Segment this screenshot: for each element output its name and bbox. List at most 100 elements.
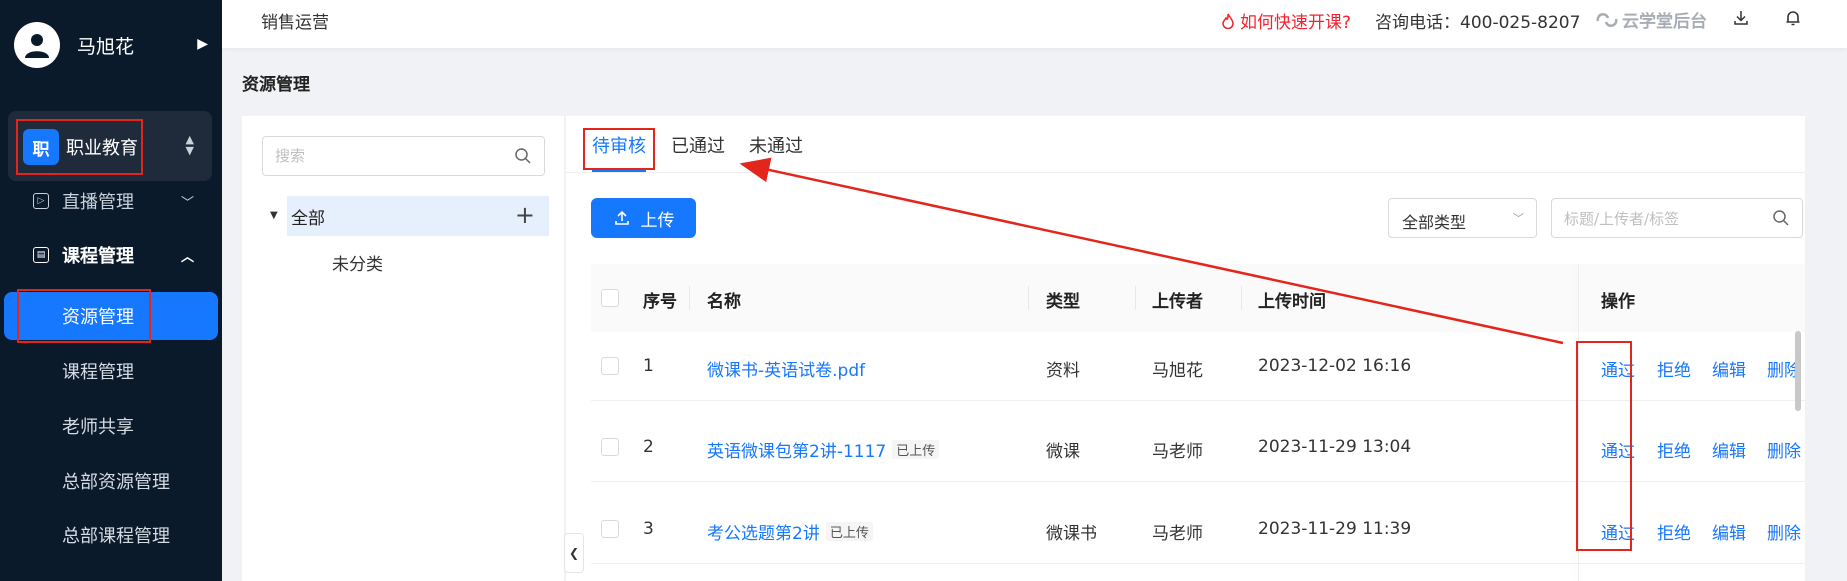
search-icon[interactable]	[1772, 209, 1790, 227]
header-type: 类型	[1046, 292, 1080, 312]
user-name: 马旭花	[77, 35, 135, 58]
upload-label: 上传	[640, 210, 675, 231]
org-highlight-box: 职 职业教育	[16, 119, 143, 175]
user-profile[interactable]: 马旭花 ▶	[14, 18, 214, 72]
user-avatar-icon	[25, 34, 49, 58]
add-icon[interactable]: +	[515, 201, 535, 229]
breadcrumb[interactable]: 销售运营	[261, 8, 329, 33]
org-name: 职业教育	[66, 138, 138, 159]
howto-label: 如何快速开课?	[1240, 13, 1352, 33]
row-name: 英语微课包第2讲-1117 已上传	[707, 437, 940, 462]
chevron-down-icon: ﹀	[1513, 212, 1524, 225]
tree-search-input[interactable]	[275, 145, 495, 167]
collapse-panel-button[interactable]: ❮	[564, 533, 584, 573]
row-type: 资料	[1046, 361, 1080, 381]
delete-button[interactable]: 删除	[1767, 437, 1801, 462]
resource-search-input[interactable]	[1564, 208, 1764, 230]
tree-node-uncategorized[interactable]: 未分类	[332, 250, 383, 275]
row-name: 考公选题第2讲 已上传	[707, 519, 873, 544]
sidebar-item-label: 总部资源管理	[62, 472, 170, 493]
status-badge: 已上传	[825, 522, 873, 541]
upload-icon	[614, 210, 629, 225]
column-divider	[1241, 286, 1242, 310]
edit-button[interactable]: 编辑	[1712, 437, 1746, 462]
edit-button[interactable]: 编辑	[1712, 356, 1746, 381]
sidebar-item-hq-course[interactable]: 总部课程管理	[0, 511, 222, 559]
header-index: 序号	[643, 292, 677, 312]
sidebar-item-course[interactable]: 课程管理	[0, 347, 222, 395]
row-uploader: 马旭花	[1152, 361, 1203, 381]
switch-icon	[1596, 12, 1618, 27]
column-divider	[689, 286, 690, 310]
annotation-box-tab	[583, 128, 655, 170]
table-header: 序号 名称 类型 上传者 上传时间 操作	[591, 264, 1805, 332]
caret-down-icon[interactable]: ▼	[270, 210, 278, 221]
tree-node-label: 全部	[291, 208, 325, 229]
resource-list-panel: 待审核 已通过 未通过 上传 全部类型 ﹀ 序号 名称 类型 上传者 上传时间 …	[566, 116, 1805, 581]
reject-button[interactable]: 拒绝	[1657, 356, 1691, 381]
brand-label: 云学堂后台	[1622, 12, 1707, 32]
row-time: 2023-11-29 13:04	[1258, 437, 1412, 457]
row-time: 2023-12-02 16:16	[1258, 356, 1412, 376]
resource-search-box[interactable]	[1551, 198, 1803, 238]
download-icon[interactable]	[1732, 9, 1750, 27]
row-uploader: 马老师	[1152, 442, 1203, 462]
tree-node-all[interactable]: 全部 +	[287, 196, 549, 236]
nav-group-label: 直播管理	[62, 192, 134, 213]
chevron-up-icon: ︿	[180, 249, 194, 265]
table-scrollbar[interactable]	[1795, 331, 1801, 411]
howto-link[interactable]: 如何快速开课?	[1221, 8, 1351, 33]
tab-rejected[interactable]: 未通过	[749, 132, 803, 158]
annotation-box-sidebar	[17, 289, 151, 343]
reject-button[interactable]: 拒绝	[1657, 437, 1691, 462]
edit-button[interactable]: 编辑	[1712, 519, 1746, 544]
row-name: 微课书-英语试卷.pdf	[707, 356, 865, 381]
reject-button[interactable]: 拒绝	[1657, 519, 1691, 544]
row-uploader: 马老师	[1152, 524, 1203, 544]
delete-button[interactable]: 删除	[1767, 519, 1801, 544]
nav-group-live[interactable]: ▷ 直播管理 ﹀	[0, 180, 222, 222]
upload-button[interactable]: 上传	[591, 198, 696, 238]
org-switcher[interactable]: 职 职业教育 ▲ ▼	[8, 111, 212, 181]
row-checkbox[interactable]	[601, 438, 619, 456]
chevron-down-icon: ﹀	[180, 195, 194, 211]
resource-name-link[interactable]: 考公选题第2讲	[707, 524, 820, 544]
row-time: 2023-11-29 11:39	[1258, 519, 1412, 539]
org-badge: 职	[23, 129, 59, 165]
row-index: 2	[643, 437, 654, 457]
annotation-box-approve	[1576, 341, 1632, 551]
status-badge: 已上传	[892, 440, 940, 459]
sidebar-item-teacher-share[interactable]: 老师共享	[0, 402, 222, 450]
sidebar-item-label: 课程管理	[62, 362, 134, 383]
flame-icon	[1222, 13, 1234, 29]
live-icon: ▷	[33, 193, 49, 209]
sidebar-item-hq-resource[interactable]: 总部资源管理	[0, 457, 222, 505]
select-all-checkbox[interactable]	[601, 289, 619, 307]
type-select[interactable]: 全部类型 ﹀	[1388, 198, 1537, 238]
nav-group-course[interactable]: ▤ 课程管理 ︿	[0, 234, 222, 276]
row-index: 3	[643, 519, 654, 539]
header-uploader: 上传者	[1152, 292, 1203, 312]
book-icon: ▤	[33, 247, 49, 263]
type-select-value: 全部类型	[1402, 213, 1467, 232]
row-checkbox[interactable]	[601, 520, 619, 538]
caret-right-icon[interactable]: ▶	[197, 36, 208, 52]
resource-name-link[interactable]: 微课书-英语试卷.pdf	[707, 361, 865, 381]
top-header: 销售运营 如何快速开课? 咨询电话：400-025-8207 云学堂后台	[222, 0, 1847, 48]
search-icon[interactable]	[514, 147, 532, 165]
consult-phone: 咨询电话：400-025-8207	[1375, 13, 1581, 33]
resource-name-link[interactable]: 英语微课包第2讲-1117	[707, 442, 886, 462]
page-title: 资源管理	[242, 75, 310, 95]
switch-arrows-icon[interactable]: ▲ ▼	[186, 134, 194, 156]
header-name: 名称	[707, 292, 741, 312]
sidebar-item-label: 老师共享	[62, 417, 134, 438]
column-divider	[1135, 286, 1136, 310]
tab-approved[interactable]: 已通过	[671, 132, 725, 158]
column-divider	[1028, 286, 1029, 310]
tree-search-box[interactable]	[262, 136, 545, 176]
bell-icon[interactable]	[1784, 9, 1802, 27]
brand-link[interactable]: 云学堂后台	[1596, 7, 1707, 32]
chevron-left-icon: ❮	[568, 546, 580, 560]
row-checkbox[interactable]	[601, 357, 619, 375]
status-tabs: 待审核 已通过 未通过	[566, 116, 1805, 173]
